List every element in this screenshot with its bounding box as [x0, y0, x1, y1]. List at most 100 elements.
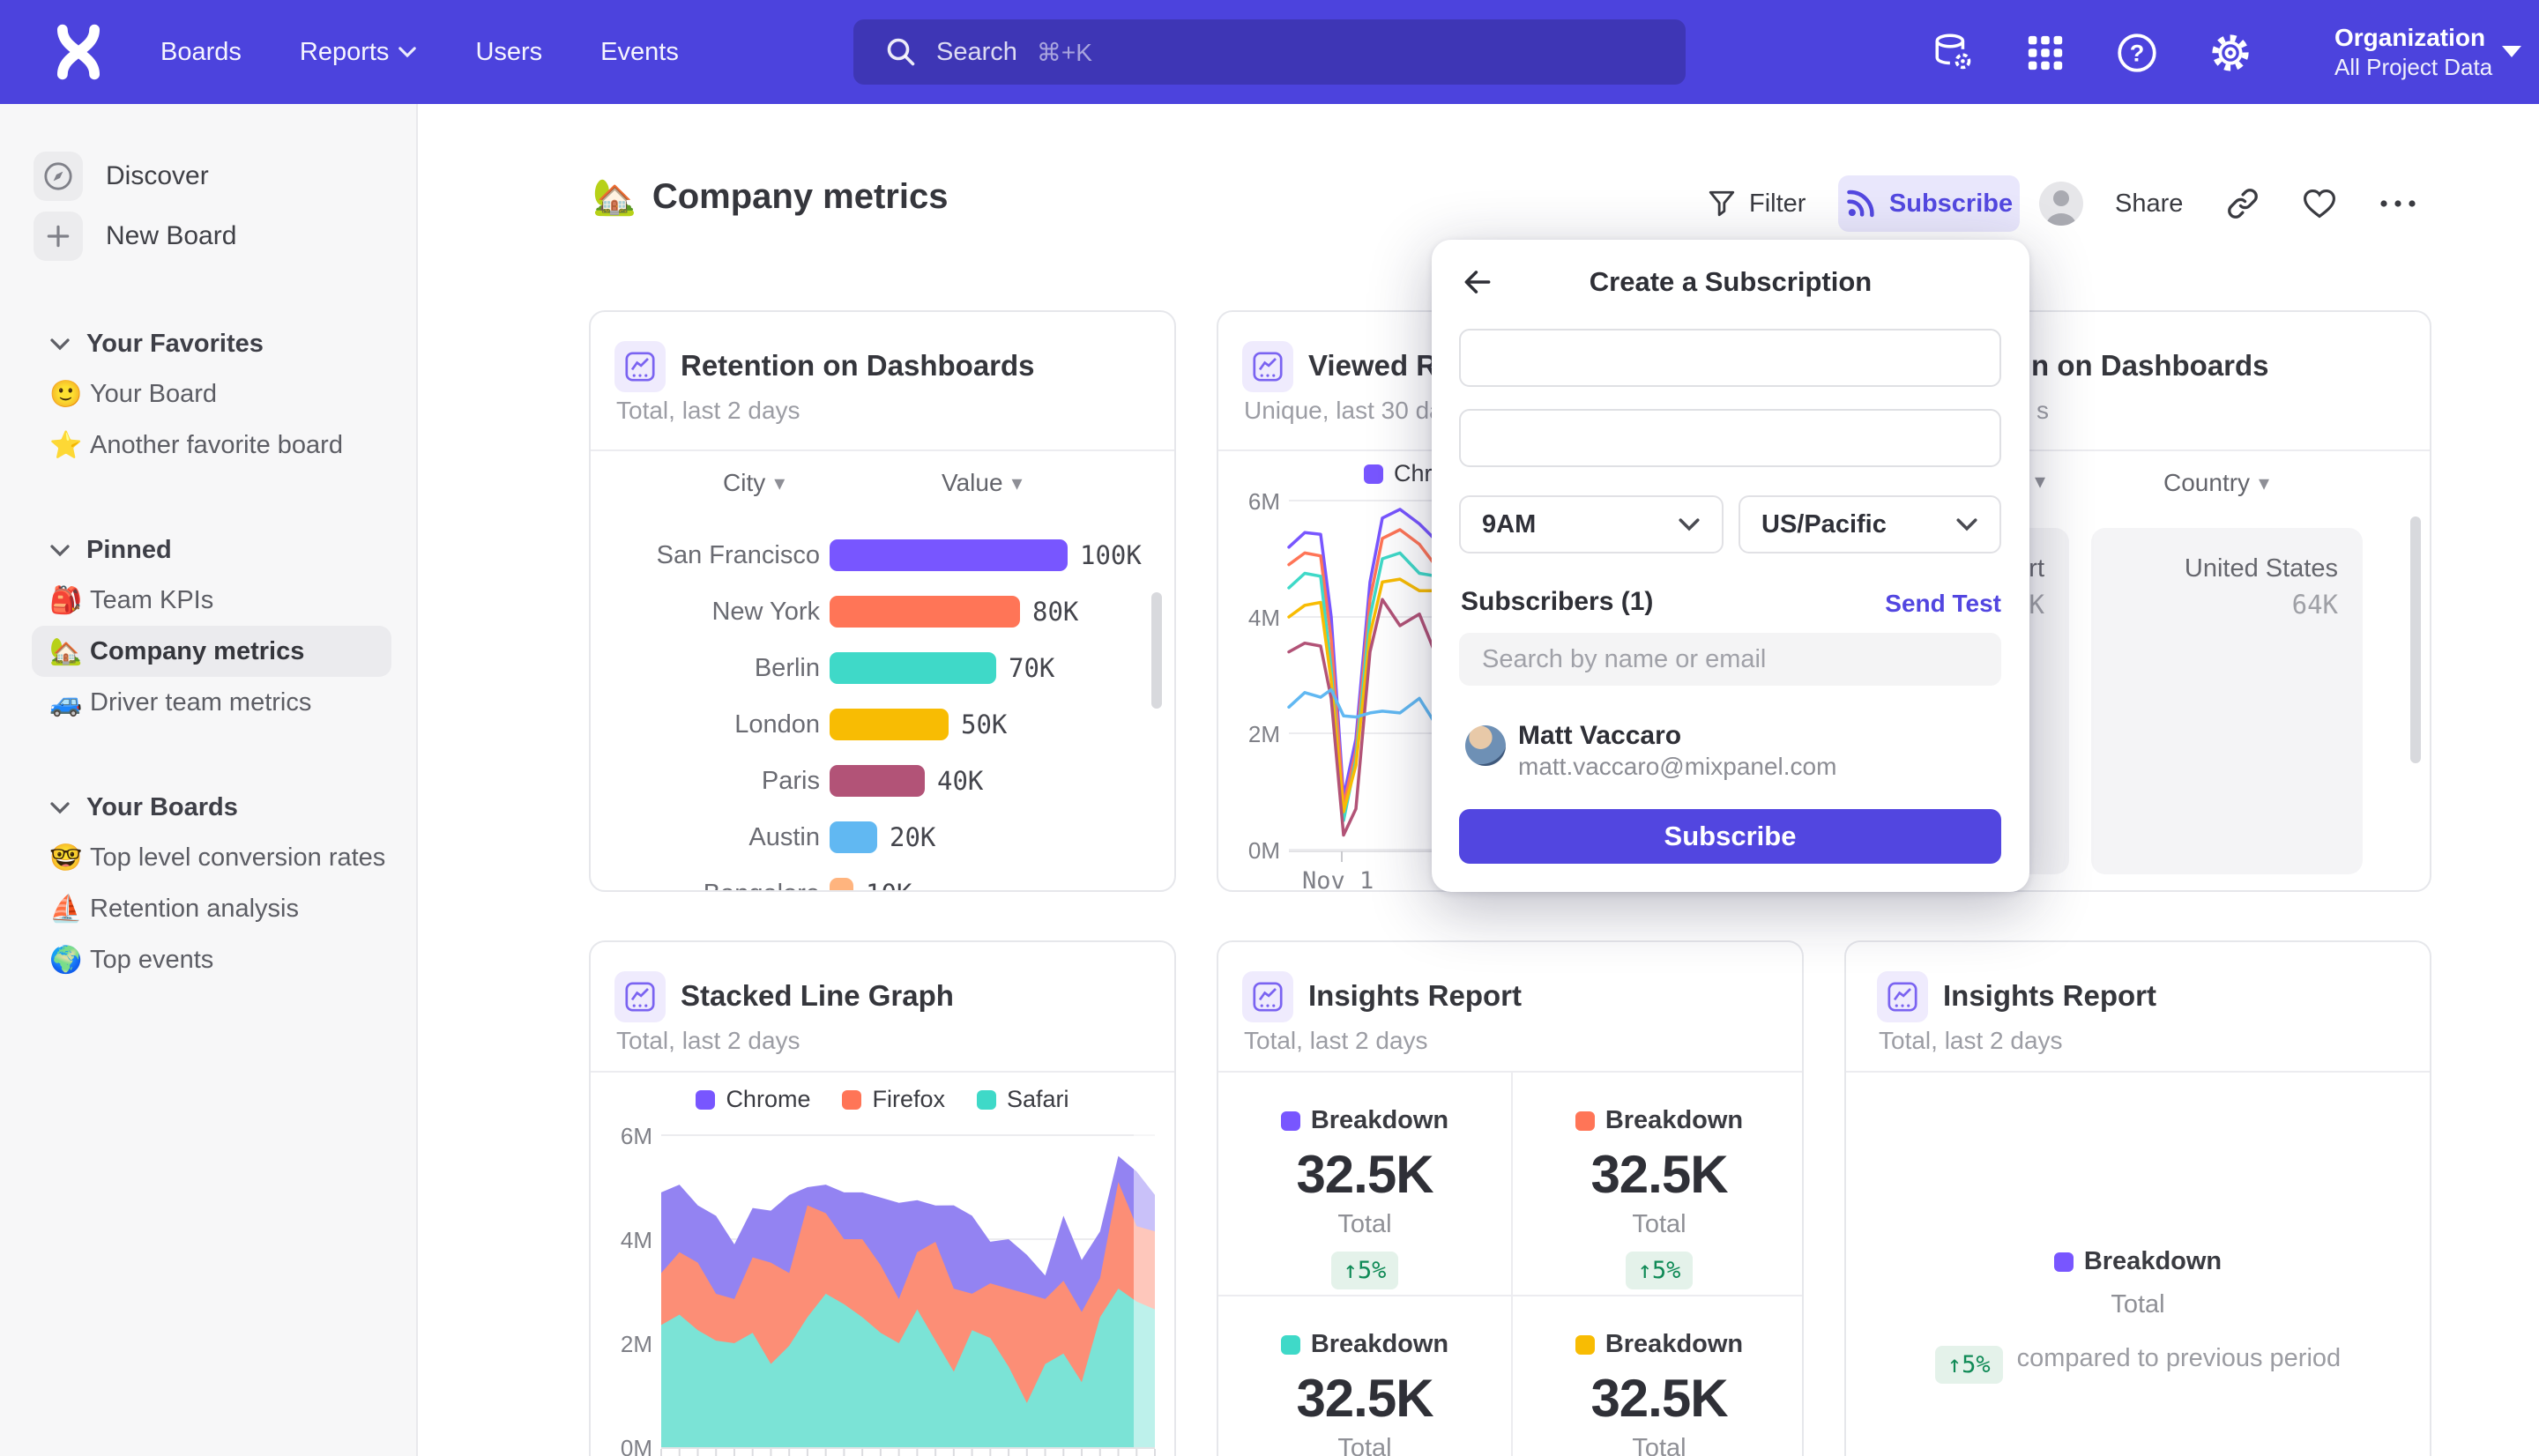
subscribe-button[interactable]: Subscribe: [1838, 175, 2020, 232]
divider: [591, 449, 1174, 451]
table-row-austin[interactable]: Austin20K: [591, 809, 1176, 865]
sidebar-item-another-favorite-board[interactable]: ⭐Another favorite board: [32, 420, 391, 471]
subscriber-search-input[interactable]: [1459, 633, 2001, 686]
card-scrollbar[interactable]: [2410, 516, 2421, 763]
subscriber-email: matt.vaccaro@mixpanel.com: [1518, 753, 1836, 781]
board-owner-avatar[interactable]: [2039, 182, 2083, 226]
sidebar-item-top-events[interactable]: 🌍Top events: [32, 934, 391, 985]
sidebar-item-label: Team KPIs: [90, 586, 213, 615]
card-scrollbar[interactable]: [1151, 592, 1162, 709]
chevron-down-icon: [49, 338, 71, 351]
share-button[interactable]: Share: [2115, 176, 2183, 231]
time-select[interactable]: 9AM: [1459, 495, 1724, 553]
card-title-clipped: n on Dashboards: [2031, 349, 2269, 383]
row-value: 40K: [937, 766, 983, 796]
metric-label: Breakdown: [1575, 1106, 1743, 1135]
sidebar-item-label: Your Board: [90, 380, 217, 409]
settings-gear-icon[interactable]: [2208, 30, 2253, 76]
rss-subscribe-icon: [1845, 188, 1877, 219]
filter-button[interactable]: Filter: [1707, 176, 1806, 231]
sidebar-sections: Your Favorites🙂Your Board⭐Another favori…: [0, 319, 416, 985]
delta-badge: ↑5%: [1935, 1346, 2003, 1384]
value-bar: [830, 539, 1068, 571]
more-options-button[interactable]: [2377, 176, 2419, 231]
column-header-value[interactable]: Value▾: [942, 469, 1023, 497]
table-row-san-francisco[interactable]: San Francisco 100K: [591, 527, 1176, 583]
metric-value: 32.5K: [1590, 1368, 1727, 1429]
metric-sub: Total: [1632, 1434, 1686, 1456]
sidebar-item-label: New Board: [106, 221, 236, 251]
row-value: 100K: [1080, 540, 1142, 570]
nav-item-boards[interactable]: Boards: [160, 38, 242, 67]
column-header-city[interactable]: City▾: [723, 469, 785, 497]
heart-icon: [2301, 185, 2338, 222]
sidebar-section-pinned: Pinned🎒Team KPIs🏡Company metrics🚙Driver …: [0, 525, 416, 728]
global-search-input[interactable]: Search ⌘+K: [853, 19, 1686, 85]
sidebar-item-retention-analysis[interactable]: ⛵Retention analysis: [32, 883, 391, 934]
card-subtitle: Total, last 2 days: [616, 397, 800, 425]
svg-text:?: ?: [2130, 40, 2145, 67]
timezone-select-value: US/Pacific: [1761, 510, 1887, 539]
channel-tabs: [1459, 329, 2001, 387]
row-label: San Francisco: [591, 541, 820, 570]
org-switcher[interactable]: Organization All Project Data: [2334, 23, 2511, 81]
data-management-icon[interactable]: [1931, 30, 1977, 76]
table-row-paris[interactable]: Paris40K: [591, 753, 1176, 809]
org-caret-icon: [2502, 46, 2521, 57]
sidebar-item-discover[interactable]: Discover: [34, 148, 416, 204]
sidebar-item-your-board[interactable]: 🙂Your Board: [32, 368, 391, 420]
column-header-country[interactable]: Country▾: [2163, 469, 2269, 497]
timezone-select[interactable]: US/Pacific: [1739, 495, 2001, 553]
sidebar-item-team-kpis[interactable]: 🎒Team KPIs: [32, 575, 391, 626]
metric-breakdown-1: Breakdown32.5KTotal↑5%: [1218, 1106, 1511, 1289]
plus-icon: [34, 212, 83, 261]
ellipsis-icon: [2377, 186, 2419, 221]
sidebar-item-driver-team-metrics[interactable]: 🚙Driver team metrics: [32, 677, 391, 728]
subscriber-avatar: [1465, 725, 1506, 766]
sidebar-section-header-pinned[interactable]: Pinned: [49, 525, 416, 575]
report-chart-icon: [614, 341, 666, 392]
help-icon[interactable]: ?: [2114, 30, 2160, 76]
table-row-london[interactable]: London 50K: [591, 696, 1176, 753]
nav-item-users[interactable]: Users: [475, 38, 542, 67]
row-value: 10K: [866, 879, 912, 892]
sidebar-item-label: Another favorite board: [90, 431, 343, 460]
breakdown-cell-united-states[interactable]: United States 64K: [2091, 528, 2363, 874]
table-row-berlin[interactable]: Berlin70K: [591, 640, 1176, 696]
compass-icon: [34, 152, 83, 201]
divider: [1846, 1071, 2430, 1073]
top-nav: Boards Reports Users Events Search ⌘+K: [0, 0, 2539, 104]
metric-sub: Total: [1337, 1434, 1391, 1456]
report-chart-icon: [1242, 971, 1293, 1022]
table-row-bangalore[interactable]: Bangalore10K: [591, 865, 1176, 892]
metric-label: Breakdown: [2054, 1247, 2222, 1276]
legend-swatch: [1575, 1111, 1595, 1131]
sidebar-item-top-level-conversion-rates[interactable]: 🤓Top level conversion rates: [32, 832, 391, 883]
board-emoji: 🏡: [49, 636, 90, 667]
mixpanel-logo-icon: [53, 23, 104, 81]
favorite-button[interactable]: [2301, 176, 2338, 231]
subscribe-submit-button[interactable]: Subscribe: [1459, 809, 2001, 864]
sidebar-item-company-metrics[interactable]: 🏡Company metrics: [32, 626, 391, 677]
time-select-value: 9AM: [1482, 510, 1536, 539]
value-bar: [830, 878, 853, 892]
board-emoji: 🤓: [49, 843, 90, 873]
row-value: 50K: [961, 709, 1007, 739]
send-test-link[interactable]: Send Test: [1885, 590, 2001, 618]
metric-value: 32.5K: [1590, 1144, 1727, 1205]
board-emoji: 🚙: [49, 687, 90, 718]
nav-item-events[interactable]: Events: [600, 38, 679, 67]
copy-link-button[interactable]: [2225, 176, 2260, 231]
row-label: London: [591, 710, 820, 739]
nav-links: Boards Reports Users Events: [160, 38, 679, 67]
mixpanel-logo[interactable]: [49, 20, 108, 84]
nav-item-reports[interactable]: Reports: [300, 38, 418, 67]
sidebar-item-new-board[interactable]: New Board: [34, 208, 416, 264]
row-label: Berlin: [591, 654, 820, 683]
chevron-down-icon: [49, 544, 71, 557]
column-header-clipped[interactable]: ▾: [2035, 469, 2045, 494]
sidebar-section-header-your-favorites[interactable]: Your Favorites: [49, 319, 416, 368]
apps-grid-icon[interactable]: [2022, 30, 2068, 76]
table-row-new-york[interactable]: New York80K: [591, 583, 1176, 640]
sidebar-section-header-your-boards[interactable]: Your Boards: [49, 783, 416, 832]
